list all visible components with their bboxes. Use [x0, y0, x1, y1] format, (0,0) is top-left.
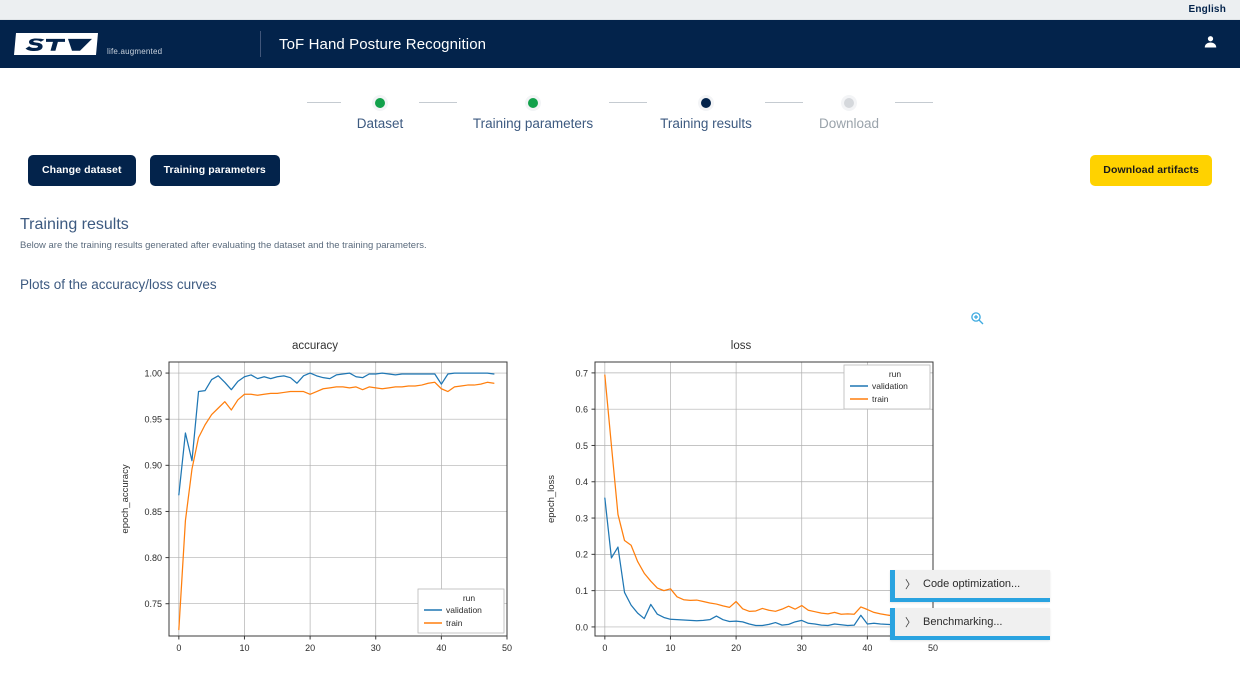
brand-tagline: life.augmented — [107, 47, 163, 56]
svg-text:run: run — [463, 593, 476, 603]
svg-text:validation: validation — [872, 381, 908, 391]
svg-text:0.80: 0.80 — [144, 552, 162, 562]
svg-text:run: run — [889, 369, 902, 379]
svg-text:0.2: 0.2 — [575, 549, 588, 559]
brand-logo[interactable]: life.augmented — [10, 30, 250, 58]
svg-text:0.0: 0.0 — [575, 622, 588, 632]
app-header: life.augmented ToF Hand Posture Recognit… — [0, 20, 1240, 68]
stepper-dot — [701, 98, 711, 108]
plots-section-title: Plots of the accuracy/loss curves — [20, 276, 217, 292]
stepper-step-download[interactable]: Download — [803, 94, 895, 131]
svg-text:10: 10 — [239, 643, 249, 653]
svg-text:30: 30 — [371, 643, 381, 653]
benchmarking-label: Benchmarking... — [923, 615, 1003, 628]
stepper-dot — [375, 98, 385, 108]
svg-text:20: 20 — [731, 643, 741, 653]
stepper-step-label: Training parameters — [472, 116, 594, 131]
svg-text:0.1: 0.1 — [575, 586, 588, 596]
svg-text:0: 0 — [176, 643, 181, 653]
svg-text:50: 50 — [502, 643, 512, 653]
progress-stepper: Dataset Training parameters Training resul… — [0, 94, 1240, 131]
charts-toolbar — [20, 310, 1220, 332]
stepper-connector — [765, 102, 803, 103]
page-title: Training results — [20, 215, 129, 233]
chart-accuracy: accuracy 0.75 0.80 0.85 0.90 0.95 1.00 0 10 20 30… — [115, 338, 515, 668]
stepper-step-label: Training results — [660, 116, 752, 131]
language-bar: English — [0, 0, 1240, 20]
svg-text:30: 30 — [797, 643, 807, 653]
charts-container: accuracy 0.75 0.80 0.85 0.90 0.95 1.00 0 10 20 30… — [20, 338, 1220, 668]
stepper-step-label: Dataset — [356, 116, 404, 131]
svg-text:0.5: 0.5 — [575, 440, 588, 450]
svg-text:0.75: 0.75 — [144, 599, 162, 609]
svg-text:0.85: 0.85 — [144, 506, 162, 516]
chart-loss: loss 0.0 0.1 0.2 0.3 0.4 0.5 0.6 0.7 0 10 20 30 40 50… — [541, 338, 941, 668]
svg-text:40: 40 — [862, 643, 872, 653]
stepper-dot — [844, 98, 854, 108]
svg-text:0.7: 0.7 — [575, 368, 588, 378]
stepper-step-label: Download — [818, 116, 880, 131]
main-content: Training results Below are the training … — [0, 216, 1240, 668]
svg-text:0.95: 0.95 — [144, 414, 162, 424]
chart-accuracy-plot[interactable]: 0.75 0.80 0.85 0.90 0.95 1.00 0 10 20 30 40 50 epoch… — [115, 356, 515, 666]
floating-action-panels: 〉 Code optimization... 〉 Benchmarking... — [890, 569, 1050, 646]
stepper-connector — [307, 102, 341, 103]
training-parameters-button[interactable]: Training parameters — [149, 155, 280, 186]
download-artifacts-button[interactable]: Download artifacts — [1090, 155, 1212, 186]
svg-text:10: 10 — [665, 643, 675, 653]
page-subtitle: Below are the training results generated… — [20, 239, 427, 251]
svg-text:1.00: 1.00 — [144, 368, 162, 378]
change-dataset-button[interactable]: Change dataset — [28, 155, 136, 186]
action-toolbar: Change dataset Training parameters Downl… — [0, 155, 1240, 186]
code-optimization-panel[interactable]: 〉 Code optimization... — [890, 569, 1050, 602]
benchmarking-panel[interactable]: 〉 Benchmarking... — [890, 607, 1050, 640]
svg-text:train: train — [872, 394, 889, 404]
svg-text:20: 20 — [305, 643, 315, 653]
user-account-icon[interactable] — [1203, 34, 1218, 54]
stepper-connector — [609, 102, 647, 103]
chevron-right-icon: 〉 — [905, 578, 916, 591]
chart-accuracy-title: accuracy — [291, 339, 339, 352]
zoom-in-icon[interactable] — [969, 310, 985, 332]
svg-text:train: train — [446, 618, 463, 628]
stepper-dot — [528, 98, 538, 108]
stepper-step-dataset[interactable]: Dataset — [341, 94, 419, 131]
svg-text:epoch_loss: epoch_loss — [546, 474, 557, 522]
header-divider — [260, 31, 261, 57]
svg-text:0.4: 0.4 — [575, 477, 588, 487]
chevron-right-icon: 〉 — [905, 616, 916, 629]
st-logo-icon — [14, 33, 98, 55]
code-optimization-label: Code optimization... — [923, 577, 1021, 590]
language-selector[interactable]: English — [1188, 4, 1226, 15]
svg-text:0.90: 0.90 — [144, 460, 162, 470]
svg-text:40: 40 — [436, 643, 446, 653]
stepper-connector — [895, 102, 933, 103]
svg-text:validation: validation — [446, 605, 482, 615]
svg-text:0.3: 0.3 — [575, 513, 588, 523]
svg-text:epoch_accuracy: epoch_accuracy — [120, 464, 131, 533]
app-title: ToF Hand Posture Recognition — [279, 35, 487, 53]
stepper-connector — [419, 102, 457, 103]
svg-text:0.6: 0.6 — [575, 404, 588, 414]
chart-loss-title: loss — [730, 339, 752, 352]
stepper-step-training-results[interactable]: Training results — [647, 94, 765, 131]
svg-text:0: 0 — [602, 643, 607, 653]
chart-loss-plot[interactable]: 0.0 0.1 0.2 0.3 0.4 0.5 0.6 0.7 0 10 20 30 40 50 epoch… — [541, 356, 941, 666]
stepper-step-training-parameters[interactable]: Training parameters — [457, 94, 609, 131]
